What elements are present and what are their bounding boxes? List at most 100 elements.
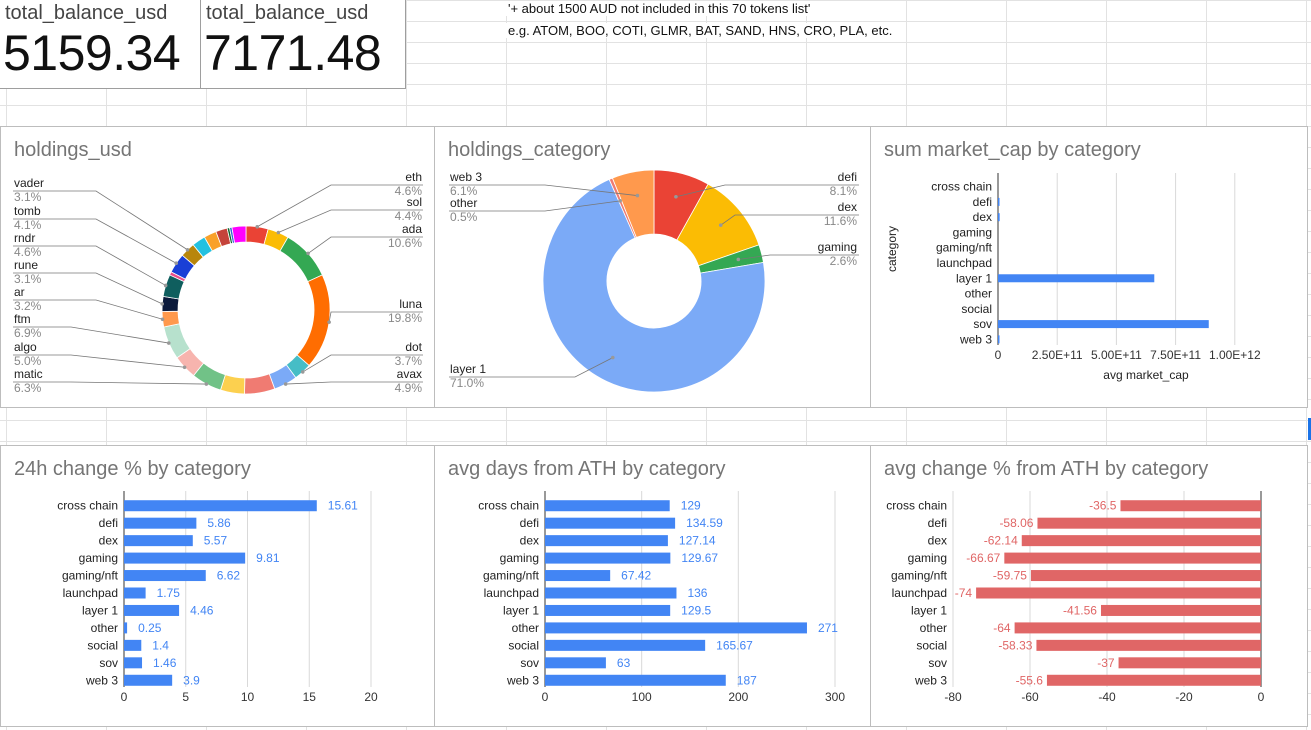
leader-dot	[283, 382, 288, 386]
bar[interactable]	[124, 604, 180, 616]
slice-label: ar	[14, 285, 25, 299]
slice-percent: 4.6%	[14, 245, 42, 259]
slice-percent: 2.6%	[830, 254, 858, 268]
kpi-total-balance-2[interactable]: total_balance_usd 7171.48	[200, 0, 406, 89]
data-label: -64	[993, 621, 1011, 635]
data-label: 9.81	[256, 551, 280, 565]
change-24h-chart[interactable]: 24h change % by category 0 5 10 15 20 cross c…	[0, 445, 435, 727]
bar[interactable]	[545, 639, 706, 651]
bar[interactable]	[124, 552, 246, 564]
category-label: sov	[928, 656, 947, 670]
bar[interactable]	[545, 587, 677, 599]
pie-slice-luna[interactable]	[296, 274, 331, 367]
bar[interactable]	[124, 570, 206, 582]
bar[interactable]	[1021, 535, 1261, 547]
bar[interactable]	[998, 320, 1209, 329]
bar[interactable]	[545, 674, 726, 686]
pie-slice[interactable]	[231, 225, 247, 244]
pie-slice-ada[interactable]	[279, 236, 323, 283]
bar[interactable]	[545, 535, 668, 547]
leader-dot	[276, 230, 281, 235]
bar[interactable]	[1037, 517, 1261, 529]
pie-slice-ar[interactable]	[161, 310, 180, 328]
bar[interactable]	[124, 622, 128, 634]
tick-label: 2.50E+11	[1032, 348, 1083, 362]
kpi-label: total_balance_usd	[206, 2, 369, 24]
category-label: web 3	[506, 673, 539, 687]
kpi-total-balance-1[interactable]: total_balance_usd 5159.34	[0, 0, 201, 89]
category-label: defi	[520, 516, 539, 530]
category-label: launchpad	[63, 586, 118, 600]
category-label: web 3	[914, 673, 947, 687]
ath-change-chart[interactable]: avg change % from ATH by category -80 -60…	[870, 445, 1308, 727]
data-label: 63	[617, 656, 631, 670]
bar[interactable]	[976, 587, 1261, 599]
bar[interactable]	[545, 657, 606, 669]
category-label: social	[508, 638, 539, 652]
x-axis-title: avg market_cap	[1103, 368, 1189, 382]
slice-percent: 3.7%	[395, 354, 423, 368]
category-label: other	[920, 621, 947, 635]
data-label: 1.4	[152, 638, 169, 652]
bar[interactable]	[124, 587, 146, 599]
data-label: 5.57	[204, 534, 228, 548]
tick-label: 300	[825, 690, 845, 704]
leader-dot	[166, 341, 171, 345]
bar[interactable]	[1030, 570, 1261, 582]
category-label: defi	[973, 195, 992, 209]
tick-label: 1.00E+12	[1209, 348, 1261, 362]
category-label: gaming/nft	[62, 569, 119, 583]
tick-label: 0	[995, 348, 1002, 362]
holdings-category-chart[interactable]: holdings_category defi 8.1% dex 11.6% gaming…	[434, 126, 871, 408]
pie-slice[interactable]	[244, 373, 276, 395]
category-label: web 3	[85, 673, 118, 687]
bar[interactable]	[1100, 604, 1261, 616]
data-label: -62.14	[984, 534, 1018, 548]
bar[interactable]	[124, 500, 317, 512]
note-line-2[interactable]: e.g. ATOM, BOO, COTI, GLMR, BAT, SAND, H…	[506, 23, 895, 38]
bar[interactable]	[545, 500, 670, 512]
tick-label: 100	[632, 690, 652, 704]
kpi-value: 7171.48	[204, 25, 382, 81]
leader-line	[13, 381, 207, 385]
bar[interactable]	[124, 674, 173, 686]
market-cap-chart[interactable]: sum market_cap by category 0 2.50E+11 5.00…	[870, 126, 1308, 408]
data-label: -41.56	[1063, 603, 1097, 617]
bar[interactable]	[124, 657, 143, 669]
bar[interactable]	[1014, 622, 1261, 634]
bar[interactable]	[1046, 674, 1261, 686]
bar[interactable]	[545, 622, 807, 634]
bar[interactable]	[1118, 657, 1261, 669]
bar[interactable]	[124, 517, 197, 529]
category-label: gaming/nft	[936, 241, 993, 255]
bar[interactable]	[1036, 639, 1261, 651]
slice-label: sol	[407, 195, 422, 209]
data-label: 129.5	[681, 603, 711, 617]
ath-days-chart[interactable]: avg days from ATH by category 0 100 200 300…	[434, 445, 871, 727]
bar[interactable]	[124, 535, 193, 547]
data-label: 271	[818, 621, 838, 635]
bar[interactable]	[124, 639, 142, 651]
bar[interactable]	[998, 335, 1000, 344]
holdings-usd-chart[interactable]: holdings_usd eth 4.6% sol 4.4% ada 10.6% luna 1…	[0, 126, 435, 408]
data-label: 165.67	[716, 638, 753, 652]
bar[interactable]	[1004, 552, 1261, 564]
slice-label: ada	[402, 222, 422, 236]
category-label: launchpad	[892, 586, 947, 600]
bar[interactable]	[1120, 500, 1261, 512]
note-line-1[interactable]: '+ about 1500 AUD not included in this 7…	[506, 1, 813, 16]
bar[interactable]	[998, 213, 1000, 222]
data-label: -74	[955, 586, 973, 600]
category-label: other	[512, 621, 539, 635]
bar[interactable]	[545, 517, 676, 529]
bar[interactable]	[998, 197, 1000, 206]
leader-dot	[174, 261, 179, 266]
leader-dot	[160, 302, 165, 306]
bar[interactable]	[545, 552, 671, 564]
tick-label: 15	[303, 690, 317, 704]
bar[interactable]	[545, 570, 611, 582]
bar[interactable]	[545, 604, 671, 616]
category-label: gaming/nft	[483, 569, 540, 583]
data-label: 129.67	[681, 551, 718, 565]
bar[interactable]	[998, 274, 1155, 283]
